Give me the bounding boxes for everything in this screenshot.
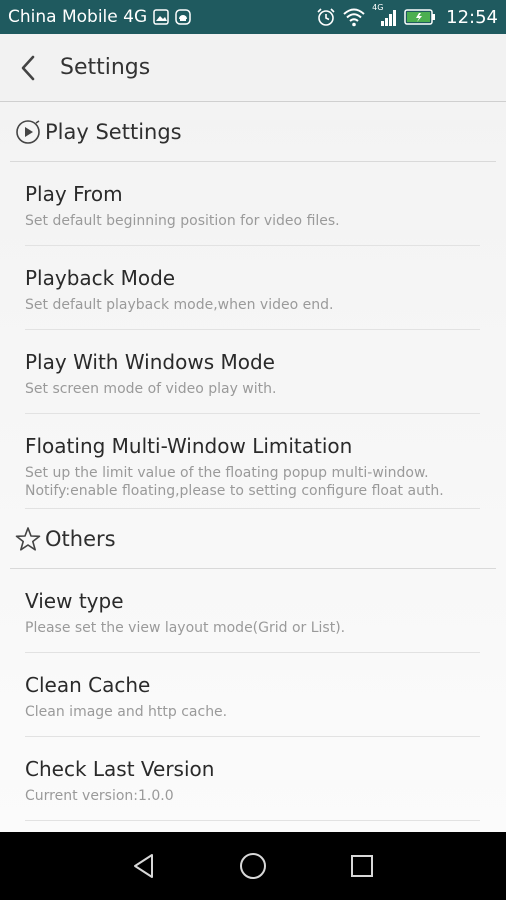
play-settings-icon [14, 118, 42, 146]
pref-playback-mode[interactable]: Playback Mode Set default playback mode,… [25, 246, 480, 330]
pref-title: Playback Mode [25, 266, 176, 290]
back-button[interactable] [0, 34, 56, 102]
pref-summary: Set default beginning position for video… [25, 213, 340, 229]
square-recents-icon [350, 855, 373, 877]
network-type-label: 4G [372, 3, 384, 12]
section-title: Others [45, 526, 116, 551]
pref-play-with-windows-mode[interactable]: Play With Windows Mode Set screen mode o… [25, 330, 480, 414]
triangle-back-icon [134, 854, 154, 878]
alarm-icon [316, 7, 336, 27]
pref-summary: Current version:1.0.0 [25, 788, 174, 804]
pref-clean-cache[interactable]: Clean Cache Clean image and http cache. [25, 653, 480, 737]
pref-title: Clean Cache [25, 673, 151, 697]
cellular-signal-icon: 4G [372, 3, 398, 27]
section-title: Play Settings [45, 119, 182, 144]
chevron-left-icon [21, 55, 35, 80]
pref-title: Play With Windows Mode [25, 350, 275, 374]
wifi-icon [342, 7, 366, 27]
pref-summary: Set default playback mode,when video end… [25, 297, 334, 313]
page-title: Settings [60, 55, 151, 80]
image-notification-icon [153, 9, 169, 25]
nav-recents-button[interactable] [342, 846, 382, 886]
pref-title: Check Last Version [25, 757, 215, 781]
section-header-play-settings: Play Settings [10, 102, 496, 162]
star-icon [14, 525, 42, 553]
nav-back-button[interactable] [124, 846, 164, 886]
circle-home-icon [239, 853, 266, 879]
pref-title: Play From [25, 182, 123, 206]
settings-list[interactable]: Play Settings Play From Set default begi… [0, 102, 506, 832]
android-notification-icon [175, 9, 191, 25]
pref-floating-multi-window-limitation[interactable]: Floating Multi-Window Limitation Set up … [25, 414, 480, 509]
status-right: 4G 12:54 [316, 3, 498, 28]
status-bar: China Mobile 4G 4G 12:54 [0, 0, 506, 34]
pref-view-type[interactable]: View type Please set the view layout mod… [25, 569, 480, 653]
pref-check-last-version[interactable]: Check Last Version Current version:1.0.0 [25, 737, 480, 821]
pref-summary: Set up the limit value of the floating p… [25, 465, 444, 499]
pref-title: View type [25, 589, 124, 613]
app-bar: Settings [0, 34, 506, 102]
pref-summary: Set screen mode of video play with. [25, 381, 277, 397]
pref-summary: Clean image and http cache. [25, 704, 228, 720]
nav-home-button[interactable] [233, 846, 273, 886]
clock-time: 12:54 [446, 6, 498, 28]
pref-play-from[interactable]: Play From Set default beginning position… [25, 162, 480, 246]
pref-summary: Please set the view layout mode(Grid or … [25, 620, 346, 636]
battery-icon [404, 8, 436, 26]
section-header-others: Others [10, 509, 496, 569]
pref-title: Floating Multi-Window Limitation [25, 434, 353, 458]
status-left: China Mobile 4G [8, 7, 191, 27]
carrier-label: China Mobile 4G [8, 7, 148, 27]
navigation-bar [0, 832, 506, 900]
